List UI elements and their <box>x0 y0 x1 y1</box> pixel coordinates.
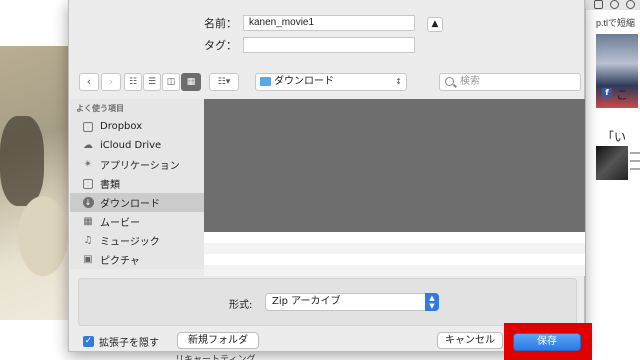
background-line <box>630 168 640 170</box>
background-link-text[interactable]: p.tlで短縮 <box>596 16 635 29</box>
sidebar-heading: よく使う項目 <box>76 104 124 113</box>
sidebar-item-applications[interactable]: ✴ アプリケーション <box>70 155 204 174</box>
background-right-pane: p.tlで短縮 f こ 「い <box>585 0 640 360</box>
applications-icon: ✴ <box>83 159 93 170</box>
location-label: ダウンロード <box>274 76 334 87</box>
column-view-button[interactable]: ◫ <box>162 73 180 91</box>
chevron-updown-icon: ↕ <box>395 77 402 86</box>
background-header <box>0 0 68 46</box>
sidebar-item-label: ムービー <box>100 218 140 229</box>
sidebar-item-movies[interactable]: ▦ ムービー <box>70 212 204 231</box>
format-select[interactable]: Zip アーカイブ ▲ ▼ <box>265 293 439 311</box>
sidebar-item-label: アプリケーション <box>100 161 180 172</box>
background-footer <box>0 320 68 360</box>
facebook-icon[interactable]: f <box>602 88 612 98</box>
tag-input[interactable] <box>243 37 415 53</box>
new-folder-button[interactable]: 新規フォルダ <box>177 332 259 349</box>
background-text: こ <box>616 88 629 102</box>
background-line <box>630 160 640 162</box>
downloads-icon: ↓ <box>82 197 94 209</box>
format-value: Zip アーカイブ <box>272 296 341 307</box>
tag-row: タグ： <box>69 37 415 53</box>
photo-highlight <box>18 196 68 276</box>
icon-view-button[interactable]: ☷ <box>124 73 142 91</box>
format-label: 形式: <box>229 300 253 311</box>
extension-icon[interactable] <box>610 0 619 9</box>
hide-extension-label: 拡張子を隠す <box>99 338 159 349</box>
background-left-pane <box>0 0 68 360</box>
filename-input[interactable]: kanen_movie1 <box>243 15 415 31</box>
collapse-dialog-button[interactable]: ▲ <box>427 17 443 32</box>
cancel-button[interactable]: キャンセル <box>437 332 503 349</box>
sidebar-item-documents[interactable]: 書類 <box>70 174 204 193</box>
sidebar-item-icloud-drive[interactable]: ☁ iCloud Drive <box>70 136 204 155</box>
cloud-icon: ☁ <box>83 140 93 151</box>
cast-icon[interactable] <box>594 0 603 9</box>
list-row-stripe <box>204 265 585 276</box>
sidebar: よく使う項目 Dropbox ☁ iCloud Drive ✴ アプリケーション… <box>70 99 204 269</box>
save-button[interactable]: 保存 <box>513 333 581 351</box>
sidebar-item-label: ダウンロード <box>100 199 160 210</box>
music-icon: ♫ <box>83 235 93 246</box>
list-view-button[interactable]: ☰ <box>143 73 161 91</box>
location-popup[interactable]: ダウンロード ↕ <box>255 73 407 91</box>
format-panel: 形式: Zip アーカイブ ▲ ▼ <box>78 278 577 326</box>
background-line <box>630 152 640 154</box>
name-row: 名前： kanen_movie1 <box>69 15 415 31</box>
documents-icon <box>82 178 94 190</box>
sidebar-item-label: ミュージック <box>100 237 160 248</box>
tag-label: タグ： <box>204 39 237 52</box>
sidebar-item-downloads[interactable]: ↓ ダウンロード <box>70 193 204 212</box>
background-thumbnail[interactable] <box>596 146 628 180</box>
dropbox-icon <box>82 121 94 133</box>
background-text: 「い <box>602 130 627 144</box>
movie-icon: ▦ <box>83 216 93 227</box>
search-placeholder: 検索 <box>460 76 480 87</box>
sidebar-item-pictures[interactable]: ▣ ピクチャ <box>70 250 204 269</box>
list-row-stripe <box>204 243 585 254</box>
sidebar-item-dropbox[interactable]: Dropbox <box>70 117 204 136</box>
profile-icon[interactable] <box>626 0 635 9</box>
arrange-button[interactable]: ☷▾ <box>209 73 239 91</box>
background-below-text: リキャートティング <box>175 355 256 360</box>
preview-pane <box>204 99 585 232</box>
save-dialog: 名前： kanen_movie1 ▲ タグ： ‹ › ☷ ☰ ◫ ▦ ☷▾ ダウ… <box>68 0 585 352</box>
search-icon <box>445 77 454 86</box>
hide-extension-option[interactable]: ✓ 拡張子を隠す <box>83 334 159 349</box>
cover-flow-view-button[interactable]: ▦ <box>181 73 201 91</box>
sidebar-item-label: 書類 <box>100 180 120 191</box>
search-input[interactable]: 検索 <box>439 73 581 91</box>
dialog-toolbar: ‹ › ☷ ☰ ◫ ▦ ☷▾ ダウンロード ↕ 検索 <box>69 73 586 93</box>
browser-toolbar-strip <box>586 0 640 10</box>
photo-shadow <box>0 116 44 206</box>
back-button[interactable]: ‹ <box>79 73 99 91</box>
chevron-updown-icon: ▲ ▼ <box>425 293 439 311</box>
name-label: 名前： <box>204 17 237 30</box>
pictures-icon: ▣ <box>83 254 93 265</box>
background-photo <box>0 46 68 320</box>
sidebar-item-label: Dropbox <box>100 121 143 132</box>
file-browser-area[interactable] <box>204 99 585 276</box>
sidebar-item-music[interactable]: ♫ ミュージック <box>70 231 204 250</box>
forward-button[interactable]: › <box>101 73 121 91</box>
hide-extension-checkbox[interactable]: ✓ <box>83 336 94 347</box>
folder-icon <box>260 77 271 86</box>
sidebar-item-label: iCloud Drive <box>100 140 162 151</box>
sidebar-item-label: ピクチャ <box>100 256 140 267</box>
